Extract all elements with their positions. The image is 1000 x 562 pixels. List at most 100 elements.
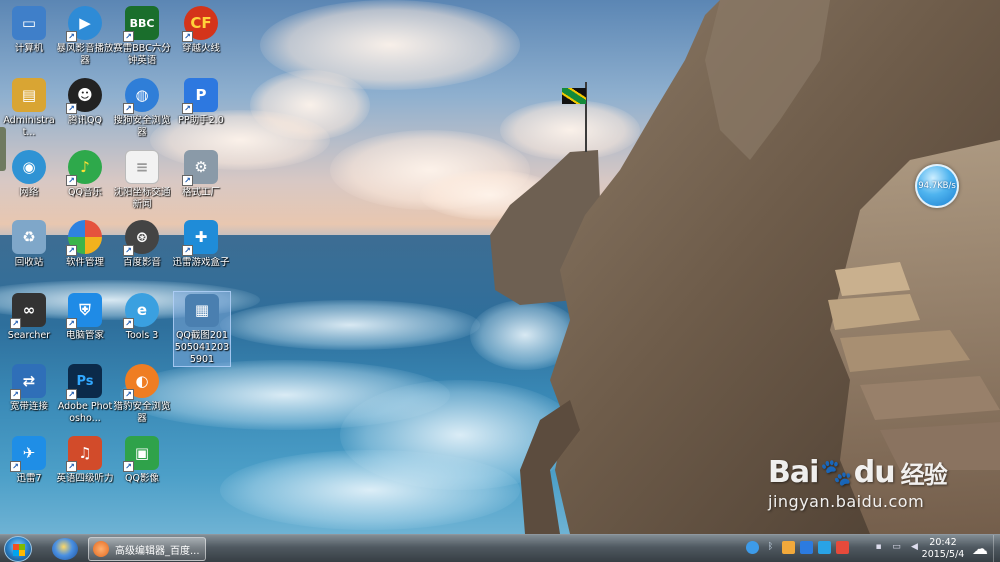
watermark-logo-left: Bai bbox=[768, 455, 819, 490]
icon-label: QQ音乐 bbox=[68, 187, 102, 198]
bluetooth-icon[interactable]: ᛒ bbox=[764, 541, 777, 554]
taskbar-clock[interactable]: 20:42 2015/5/4 bbox=[918, 537, 968, 561]
desktop-icon-user-folder[interactable]: ▤ Administrat... bbox=[0, 78, 58, 139]
icon-label: QQ截图2015050412035901 bbox=[174, 329, 230, 364]
wave bbox=[220, 300, 480, 350]
weather-cloud-icon[interactable]: ☁ bbox=[970, 539, 990, 559]
icon-label: 格式工厂 bbox=[181, 187, 220, 198]
icon-label: Tools 3 bbox=[125, 330, 159, 341]
taskbar-app-button[interactable]: 高级编辑器_百度... bbox=[88, 537, 206, 561]
tray-security-icon[interactable] bbox=[818, 541, 831, 554]
tray-app-icon[interactable] bbox=[782, 541, 795, 554]
cheetah-browser-icon: ◐ ↗ bbox=[123, 364, 159, 400]
desktop-icon-computer[interactable]: ▭ 计算机 bbox=[0, 6, 58, 55]
qq-music-icon: ♪ ↗ bbox=[66, 150, 102, 186]
shield-icon: ⛨ ↗ bbox=[66, 293, 102, 329]
pp-assistant-icon: P ↗ bbox=[182, 78, 218, 114]
tray-network-icon[interactable]: ▭ bbox=[890, 541, 903, 554]
taskbar-app-label: 高级编辑器_百度... bbox=[115, 545, 200, 557]
desktop-icon-game-box[interactable]: ✚ ↗ 迅雷游戏盒子 bbox=[172, 220, 230, 269]
icon-label: 百度影音 bbox=[122, 257, 161, 268]
tray-devices-icon[interactable]: ▪ bbox=[872, 541, 885, 554]
tray-globe-icon[interactable] bbox=[746, 541, 759, 554]
desktop-icon-thunder[interactable]: ✈ ↗ 迅雷7 bbox=[0, 436, 58, 485]
rock-cliff bbox=[490, 0, 1000, 534]
document-icon: ≡ bbox=[125, 150, 159, 184]
icon-label: Administrat... bbox=[3, 115, 55, 138]
desktop-icon-bbc[interactable]: BBC ↗ 赛雷BBC六分钟英语 bbox=[113, 6, 171, 67]
browser-globe-icon: ◍ ↗ bbox=[123, 78, 159, 114]
desktop-icon-pp-assistant[interactable]: P ↗ PP助手2.0 bbox=[172, 78, 230, 127]
start-button[interactable] bbox=[4, 536, 32, 562]
network-globe-icon: ◉ bbox=[12, 150, 46, 184]
computer-icon: ▭ bbox=[12, 6, 46, 40]
icon-label: 穿越火线 bbox=[181, 43, 220, 54]
desktop-icon-pc-manager[interactable]: ⛨ ↗ 电脑管家 bbox=[56, 293, 114, 342]
desktop-icon-recycle-bin[interactable]: ♻ 回收站 bbox=[0, 220, 58, 269]
jamaica-flag bbox=[562, 88, 586, 104]
desktop-icon-qq-image[interactable]: ▣ ↗ QQ影像 bbox=[113, 436, 171, 485]
desktop-icon-cheetah-browser[interactable]: ◐ ↗ 猎豹安全浏览器 bbox=[113, 364, 171, 425]
icon-label: 腾讯QQ bbox=[68, 115, 102, 126]
pinned-browser-icon[interactable] bbox=[52, 538, 78, 560]
icon-label: 迅雷游戏盒子 bbox=[172, 257, 230, 268]
binoculars-icon: ∞ ↗ bbox=[10, 293, 46, 329]
desktop-icon-qq[interactable]: ☻ ↗ 腾讯QQ bbox=[56, 78, 114, 127]
icon-label: 沈阳坐标交通新闻 bbox=[113, 187, 171, 210]
desktop-icon-qq-music[interactable]: ♪ ↗ QQ音乐 bbox=[56, 150, 114, 199]
broadband-icon: ⇄ ↗ bbox=[10, 364, 46, 400]
desktop-icon-searcher[interactable]: ∞ ↗ Searcher bbox=[0, 293, 58, 342]
desktop-icon-crossfire[interactable]: CF ↗ 穿越火线 bbox=[172, 6, 230, 55]
thunder-icon: ✈ ↗ bbox=[10, 436, 46, 472]
icon-label: 计算机 bbox=[14, 43, 44, 54]
desktop-icon-english-listening[interactable]: ♫ ↗ 英语四级听力 bbox=[56, 436, 114, 485]
user-folder-icon: ▤ bbox=[12, 78, 46, 112]
desktop-icon-sogou-browser[interactable]: ◍ ↗ 搜狗安全浏览器 bbox=[113, 78, 171, 139]
watermark-logo-cn: 经验 bbox=[900, 461, 948, 489]
windows-logo-icon bbox=[13, 544, 25, 556]
icon-label: 猎豹安全浏览器 bbox=[113, 401, 171, 424]
software-manager-icon: ↗ bbox=[66, 220, 102, 256]
desktop-icon-photoshop[interactable]: Ps ↗ Adobe Photosho... bbox=[56, 364, 114, 425]
system-tray: ᛒ ▪ ▭ ◀ bbox=[746, 541, 921, 554]
format-factory-icon: ⚙ ↗ bbox=[182, 150, 218, 186]
desktop-icon-tools[interactable]: e ↗ Tools 3 bbox=[113, 293, 171, 342]
show-desktop-button[interactable] bbox=[993, 535, 1000, 562]
desktop-icon-broadband[interactable]: ⇄ ↗ 宽带连接 bbox=[0, 364, 58, 413]
desktop-icon-software-manager[interactable]: ↗ 软件管理 bbox=[56, 220, 114, 269]
video-player-icon: ▶ ↗ bbox=[66, 6, 102, 42]
game-box-icon: ✚ ↗ bbox=[182, 220, 218, 256]
desktop-icon-format-factory[interactable]: ⚙ ↗ 格式工厂 bbox=[172, 150, 230, 199]
taskbar: 高级编辑器_百度... ᛒ ▪ ▭ ◀ 20:42 2015/5/4 ☁ bbox=[0, 534, 1000, 562]
watermark-logo: Bai 🐾 du 经验 bbox=[768, 455, 948, 490]
icon-label: 搜狗安全浏览器 bbox=[113, 115, 171, 138]
desktop-icon-video-player[interactable]: ▶ ↗ 暴风影音播放器 bbox=[56, 6, 114, 67]
icon-label: 迅雷7 bbox=[16, 473, 42, 484]
tray-shield-icon[interactable] bbox=[800, 541, 813, 554]
desktop-icon-screenshot[interactable]: ▦ QQ截图2015050412035901 bbox=[173, 291, 231, 367]
network-speed-ball[interactable]: 94.7KB/s bbox=[915, 164, 959, 208]
icon-label: 软件管理 bbox=[65, 257, 104, 268]
watermark-logo-right: du bbox=[853, 455, 896, 490]
tray-sogou-icon[interactable] bbox=[836, 541, 849, 554]
icon-label: 暴风影音播放器 bbox=[56, 43, 114, 66]
desktop-icon-baidu-player[interactable]: ⊛ ↗ 百度影音 bbox=[113, 220, 171, 269]
icon-label: PP助手2.0 bbox=[178, 115, 224, 126]
qq-penguin-icon: ☻ ↗ bbox=[66, 78, 102, 114]
bbc-icon: BBC ↗ bbox=[123, 6, 159, 42]
editor-app-icon bbox=[93, 541, 109, 557]
english-listening-icon: ♫ ↗ bbox=[66, 436, 102, 472]
clock-time: 20:42 bbox=[929, 537, 957, 548]
qq-image-icon: ▣ ↗ bbox=[123, 436, 159, 472]
icon-label: 赛雷BBC六分钟英语 bbox=[113, 43, 171, 66]
paw-icon: 🐾 bbox=[820, 457, 852, 488]
wave bbox=[220, 450, 520, 530]
icon-label: 英语四级听力 bbox=[56, 473, 114, 484]
tools-icon: e ↗ bbox=[123, 293, 159, 329]
icon-label: Searcher bbox=[7, 330, 51, 341]
icon-label: Adobe Photosho... bbox=[57, 401, 113, 424]
desktop-icon-network[interactable]: ◉ 网络 bbox=[0, 150, 58, 199]
icon-label: 宽带连接 bbox=[9, 401, 48, 412]
desktop-icon-document[interactable]: ≡ 沈阳坐标交通新闻 bbox=[113, 150, 171, 211]
icon-label: QQ影像 bbox=[125, 473, 159, 484]
